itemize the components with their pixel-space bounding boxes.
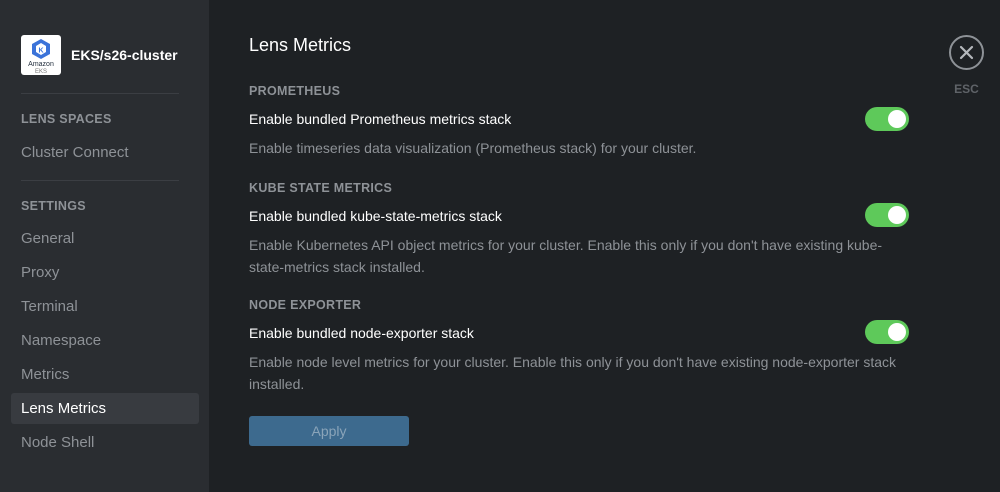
sidebar-item-terminal[interactable]: Terminal (11, 291, 199, 322)
logo-text-amazon: Amazon (28, 61, 54, 68)
group-title-kube-state-metrics: KUBE STATE METRICS (249, 181, 393, 195)
close-icon (959, 45, 974, 60)
toggle-knob (888, 323, 906, 341)
sidebar-item-node-shell[interactable]: Node Shell (11, 427, 199, 458)
page-title: Lens Metrics (249, 35, 352, 55)
sidebar-item-lens-metrics[interactable]: Lens Metrics (11, 393, 199, 424)
sidebar-item-general[interactable]: General (11, 223, 199, 254)
section-title-settings: SETTINGS (21, 199, 86, 213)
apply-button[interactable]: Apply (249, 416, 409, 446)
eks-logo-icon: K Amazon EKS (21, 35, 61, 75)
logo-text-eks: EKS (34, 69, 47, 75)
sidebar-divider (21, 180, 179, 181)
group-title-node-exporter: NODE EXPORTER (249, 298, 362, 312)
sidebar-item-metrics[interactable]: Metrics (11, 359, 199, 390)
sidebar-divider (21, 93, 179, 94)
kube-state-metrics-toggle[interactable] (865, 203, 909, 227)
node-exporter-toggle[interactable] (865, 320, 909, 344)
switch-label-node-exporter: Enable bundled node-exporter stack (249, 325, 474, 341)
group-title-prometheus: PROMETHEUS (249, 84, 341, 98)
toggle-knob (888, 110, 906, 128)
sidebar-item-namespace[interactable]: Namespace (11, 325, 199, 356)
toggle-knob (888, 206, 906, 224)
svg-text:K: K (38, 48, 43, 55)
switch-label-prometheus: Enable bundled Prometheus metrics stack (249, 111, 512, 127)
hint-kube-state-metrics: Enable Kubernetes API object metrics for… (249, 237, 883, 275)
prometheus-toggle[interactable] (865, 107, 909, 131)
esc-label: ESC (954, 82, 979, 96)
close-button[interactable] (949, 35, 984, 70)
cluster-name: EKS/s26-cluster (71, 47, 178, 63)
hint-prometheus: Enable timeseries data visualization (Pr… (249, 140, 697, 156)
switch-label-kube-state-metrics: Enable bundled kube-state-metrics stack (249, 208, 502, 224)
section-title-lens-spaces: LENS SPACES (21, 112, 112, 126)
hint-node-exporter: Enable node level metrics for your clust… (249, 354, 897, 392)
sidebar-item-proxy[interactable]: Proxy (11, 257, 199, 288)
sidebar-item-cluster-connect[interactable]: Cluster Connect (11, 137, 199, 168)
sidebar: K Amazon EKS EKS/s26-cluster LENS SPACES… (0, 0, 209, 492)
cluster-header: K Amazon EKS EKS/s26-cluster (21, 35, 178, 75)
